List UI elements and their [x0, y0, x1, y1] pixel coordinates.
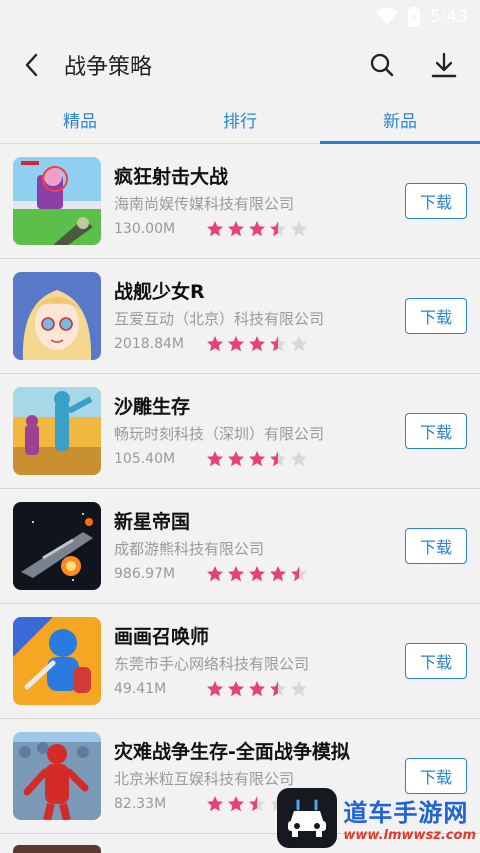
rating-stars	[206, 220, 308, 238]
app-size: 986.97M	[114, 566, 176, 582]
top-app-bar: 战争策略	[0, 34, 480, 96]
app-name: 战舰少女R	[114, 281, 205, 303]
watermark-title: 道车手游网	[343, 799, 469, 827]
star-icon	[290, 680, 308, 698]
download-manager-button[interactable]	[424, 45, 464, 85]
app-size: 105.40M	[114, 451, 176, 467]
app-company: 互爱互动（北京）科技有限公司	[114, 310, 325, 328]
list-item[interactable]: 疯狂射击大战 海南尚娱传媒科技有限公司 130.00M 下载	[0, 144, 480, 259]
star-icon	[227, 450, 245, 468]
star-icon	[227, 680, 245, 698]
chevron-left-icon	[25, 53, 38, 77]
star-icon	[269, 565, 287, 583]
star-icon	[227, 795, 245, 813]
list-item[interactable]: 画画召唤师 东莞市手心网络科技有限公司 49.41M 下载	[0, 604, 480, 719]
app-name: 沙雕生存	[114, 396, 191, 418]
app-icon	[13, 617, 101, 705]
star-icon	[290, 450, 308, 468]
list-item[interactable]: 战舰少女R 互爱互动（北京）科技有限公司 2018.84M 下载	[0, 259, 480, 374]
battery-icon	[407, 7, 420, 27]
star-icon	[227, 220, 245, 238]
download-button[interactable]: 下载	[405, 298, 467, 334]
back-button[interactable]	[16, 49, 48, 81]
page-title: 战争策略	[64, 55, 153, 80]
star-icon	[248, 220, 266, 238]
star-icon	[206, 335, 224, 353]
app-name: 画画召唤师	[114, 626, 210, 648]
app-company: 成都游熊科技有限公司	[114, 540, 265, 558]
app-name: 灾难战争生存-全面战争模拟	[114, 741, 350, 763]
app-company: 畅玩时刻科技（深圳）有限公司	[114, 425, 325, 443]
rating-stars	[206, 565, 308, 583]
app-name: 疯狂射击大战	[114, 166, 229, 188]
rating-stars	[206, 335, 308, 353]
app-company: 东莞市手心网络科技有限公司	[114, 655, 310, 673]
download-button[interactable]: 下载	[405, 413, 467, 449]
app-size: 130.00M	[114, 221, 176, 237]
star-icon	[227, 335, 245, 353]
wifi-icon	[375, 8, 398, 26]
star-icon	[290, 335, 308, 353]
list-item[interactable]: 新星帝国 成都游熊科技有限公司 986.97M 下载	[0, 489, 480, 604]
star-icon	[206, 565, 224, 583]
star-icon	[269, 335, 287, 353]
star-icon	[248, 680, 266, 698]
watermark: 道车手游网 www.lmwwsz.com	[277, 787, 476, 849]
app-size: 49.41M	[114, 681, 167, 697]
tab-new[interactable]: 新品	[320, 96, 480, 144]
star-icon	[227, 565, 245, 583]
search-icon	[370, 53, 394, 77]
star-icon	[248, 565, 266, 583]
app-icon	[13, 157, 101, 245]
download-button[interactable]: 下载	[405, 643, 467, 679]
download-button[interactable]: 下载	[405, 183, 467, 219]
app-name: 新星帝国	[114, 511, 191, 533]
download-icon	[431, 52, 457, 78]
star-icon	[248, 795, 266, 813]
tab-ranking[interactable]: 排行	[160, 96, 320, 143]
star-icon	[206, 220, 224, 238]
list-item[interactable]: 沙雕生存 畅玩时刻科技（深圳）有限公司 105.40M 下载	[0, 374, 480, 489]
star-icon	[206, 680, 224, 698]
status-time: 5:43	[429, 7, 468, 27]
watermark-logo-icon	[277, 788, 338, 848]
app-icon	[13, 732, 101, 820]
app-size: 2018.84M	[114, 336, 184, 352]
download-button[interactable]: 下载	[405, 528, 467, 564]
star-icon	[206, 450, 224, 468]
rating-stars	[206, 450, 308, 468]
star-icon	[248, 450, 266, 468]
star-icon	[290, 220, 308, 238]
star-icon	[269, 450, 287, 468]
star-icon	[206, 795, 224, 813]
tab-bar: 精品 排行 新品	[0, 96, 480, 144]
app-list: 疯狂射击大战 海南尚娱传媒科技有限公司 130.00M 下载 战舰少女R 互爱互…	[0, 144, 480, 834]
tab-featured[interactable]: 精品	[0, 96, 160, 143]
app-icon	[13, 272, 101, 360]
app-icon	[13, 387, 101, 475]
star-icon	[248, 335, 266, 353]
app-size: 82.33M	[114, 796, 167, 812]
next-item-peek	[13, 845, 101, 853]
status-bar: 5:43	[0, 0, 480, 34]
app-company: 海南尚娱传媒科技有限公司	[114, 195, 295, 213]
star-icon	[269, 680, 287, 698]
star-icon	[290, 565, 308, 583]
app-icon	[13, 502, 101, 590]
search-button[interactable]	[362, 45, 402, 85]
rating-stars	[206, 680, 308, 698]
app-company: 北京米粒互娱科技有限公司	[114, 770, 295, 788]
star-icon	[269, 220, 287, 238]
watermark-url: www.lmwwsz.com	[343, 828, 476, 843]
